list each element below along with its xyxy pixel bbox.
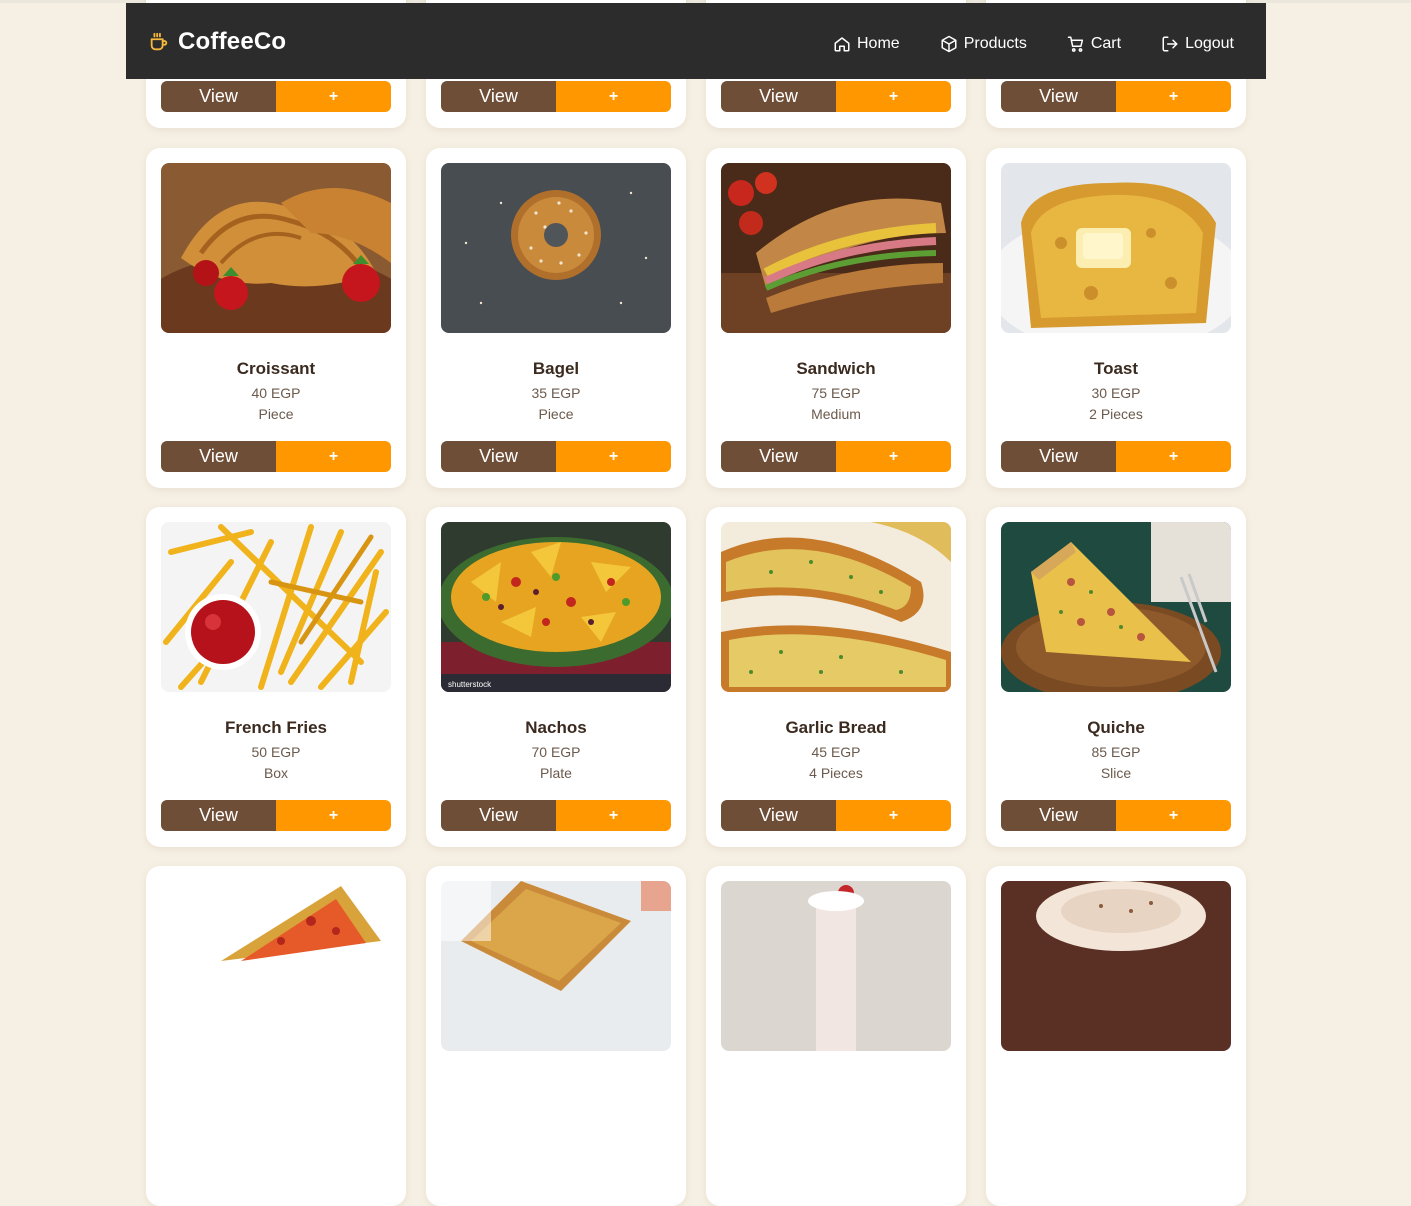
product-card-sandwich: Sandwich 75 EGP Medium View + xyxy=(706,148,966,488)
product-price: 45 EGP xyxy=(811,744,861,760)
nav-logout-label: Logout xyxy=(1185,35,1234,52)
nav-links: Home Products Cart Logout xyxy=(793,35,1234,53)
nav-products-label: Products xyxy=(963,35,1027,52)
nav-home-link[interactable]: Home xyxy=(833,35,900,53)
product-card-bagel: Bagel 35 EGP Piece View + xyxy=(426,148,686,488)
product-name: Toast xyxy=(1093,359,1139,378)
view-button[interactable]: View xyxy=(721,81,836,112)
view-button[interactable]: View xyxy=(441,800,556,831)
nav-logout-link[interactable]: Logout xyxy=(1161,35,1234,53)
add-to-cart-button[interactable]: + xyxy=(836,800,951,831)
product-name: Nachos xyxy=(525,718,587,737)
product-grid: View + View + View + View + Croissant 40… xyxy=(0,0,1411,1206)
product-price: 40 EGP xyxy=(251,385,301,401)
view-button[interactable]: View xyxy=(721,800,836,831)
product-unit: Piece xyxy=(258,406,294,422)
add-to-cart-button[interactable]: + xyxy=(836,441,951,472)
product-card-toast: Toast 30 EGP 2 Pieces View + xyxy=(986,148,1246,488)
product-price: 35 EGP xyxy=(531,385,581,401)
product-name: Bagel xyxy=(532,359,580,378)
add-to-cart-button[interactable]: + xyxy=(276,441,391,472)
pizza-image[interactable] xyxy=(161,881,391,1051)
product-name: Sandwich xyxy=(796,359,876,378)
brand[interactable]: CoffeeCo xyxy=(148,27,286,57)
product-unit: Slice xyxy=(1100,765,1132,781)
milkshake-image[interactable] xyxy=(721,881,951,1051)
product-unit: Plate xyxy=(540,765,572,781)
product-card-partial-bottom xyxy=(706,866,966,1206)
sandwich-image[interactable] xyxy=(721,163,951,333)
product-price: 75 EGP xyxy=(811,385,861,401)
add-to-cart-button[interactable]: + xyxy=(556,81,671,112)
product-card-garlic-bread: Garlic Bread 45 EGP 4 Pieces View + xyxy=(706,507,966,847)
product-card-partial-bottom xyxy=(426,866,686,1206)
toast-image[interactable] xyxy=(1001,163,1231,333)
quiche-image[interactable] xyxy=(1001,522,1231,692)
view-button[interactable]: View xyxy=(1001,81,1116,112)
add-to-cart-button[interactable]: + xyxy=(836,81,951,112)
add-to-cart-button[interactable]: + xyxy=(1116,81,1231,112)
view-button[interactable]: View xyxy=(441,81,556,112)
add-to-cart-button[interactable]: + xyxy=(1116,800,1231,831)
product-unit: 2 Pieces xyxy=(1089,406,1143,422)
product-name: French Fries xyxy=(224,718,328,737)
product-card-french-fries: French Fries 50 EGP Box View + xyxy=(146,507,406,847)
view-button[interactable]: View xyxy=(1001,441,1116,472)
hot-chocolate-image[interactable] xyxy=(1001,881,1231,1051)
nav-home-label: Home xyxy=(857,35,900,52)
product-unit: Piece xyxy=(538,406,574,422)
view-button[interactable]: View xyxy=(1001,800,1116,831)
garlic-bread-image[interactable] xyxy=(721,522,951,692)
view-button[interactable]: View xyxy=(161,800,276,831)
cart-icon xyxy=(1067,36,1083,52)
product-unit: Medium xyxy=(811,406,861,422)
view-button[interactable]: View xyxy=(721,441,836,472)
home-icon xyxy=(834,37,850,52)
view-button[interactable]: View xyxy=(441,441,556,472)
product-card-croissant: Croissant 40 EGP Piece View + xyxy=(146,148,406,488)
product-card-partial-bottom xyxy=(146,866,406,1206)
product-unit: 4 Pieces xyxy=(809,765,863,781)
product-price: 30 EGP xyxy=(1091,385,1141,401)
product-price: 85 EGP xyxy=(1091,744,1141,760)
product-unit: Box xyxy=(263,765,289,781)
bagel-image[interactable] xyxy=(441,163,671,333)
navbar: CoffeeCo Home Products Cart Logout xyxy=(126,3,1266,79)
view-button[interactable]: View xyxy=(161,441,276,472)
product-card-quiche: Quiche 85 EGP Slice View + xyxy=(986,507,1246,847)
nachos-image[interactable]: shutterstock xyxy=(441,522,671,692)
box-icon xyxy=(941,35,957,53)
product-name: Quiche xyxy=(1087,718,1145,737)
brand-name: CoffeeCo xyxy=(178,28,287,55)
add-to-cart-button[interactable]: + xyxy=(556,800,671,831)
product-card-partial-bottom xyxy=(986,866,1246,1206)
logout-icon xyxy=(1162,36,1178,52)
add-to-cart-button[interactable]: + xyxy=(276,800,391,831)
product-price: 50 EGP xyxy=(251,744,301,760)
add-to-cart-button[interactable]: + xyxy=(276,81,391,112)
nav-cart-label: Cart xyxy=(1090,35,1122,52)
nav-cart-link[interactable]: Cart xyxy=(1067,35,1121,53)
product-name: Garlic Bread xyxy=(785,718,887,737)
product-price: 70 EGP xyxy=(531,744,581,760)
coffee-cup-icon xyxy=(150,32,168,51)
croissant-image[interactable] xyxy=(161,163,391,333)
nav-products-link[interactable]: Products xyxy=(940,35,1027,53)
french-fries-image[interactable] xyxy=(161,522,391,692)
add-to-cart-button[interactable]: + xyxy=(1116,441,1231,472)
add-to-cart-button[interactable]: + xyxy=(556,441,671,472)
product-card-nachos: shutterstock Nachos 70 EGP Plate View + xyxy=(426,507,686,847)
grilled-cheese-image[interactable] xyxy=(441,881,671,1051)
image-watermark: shutterstock xyxy=(448,680,492,689)
view-button[interactable]: View xyxy=(161,81,276,112)
product-name: Croissant xyxy=(236,359,316,378)
